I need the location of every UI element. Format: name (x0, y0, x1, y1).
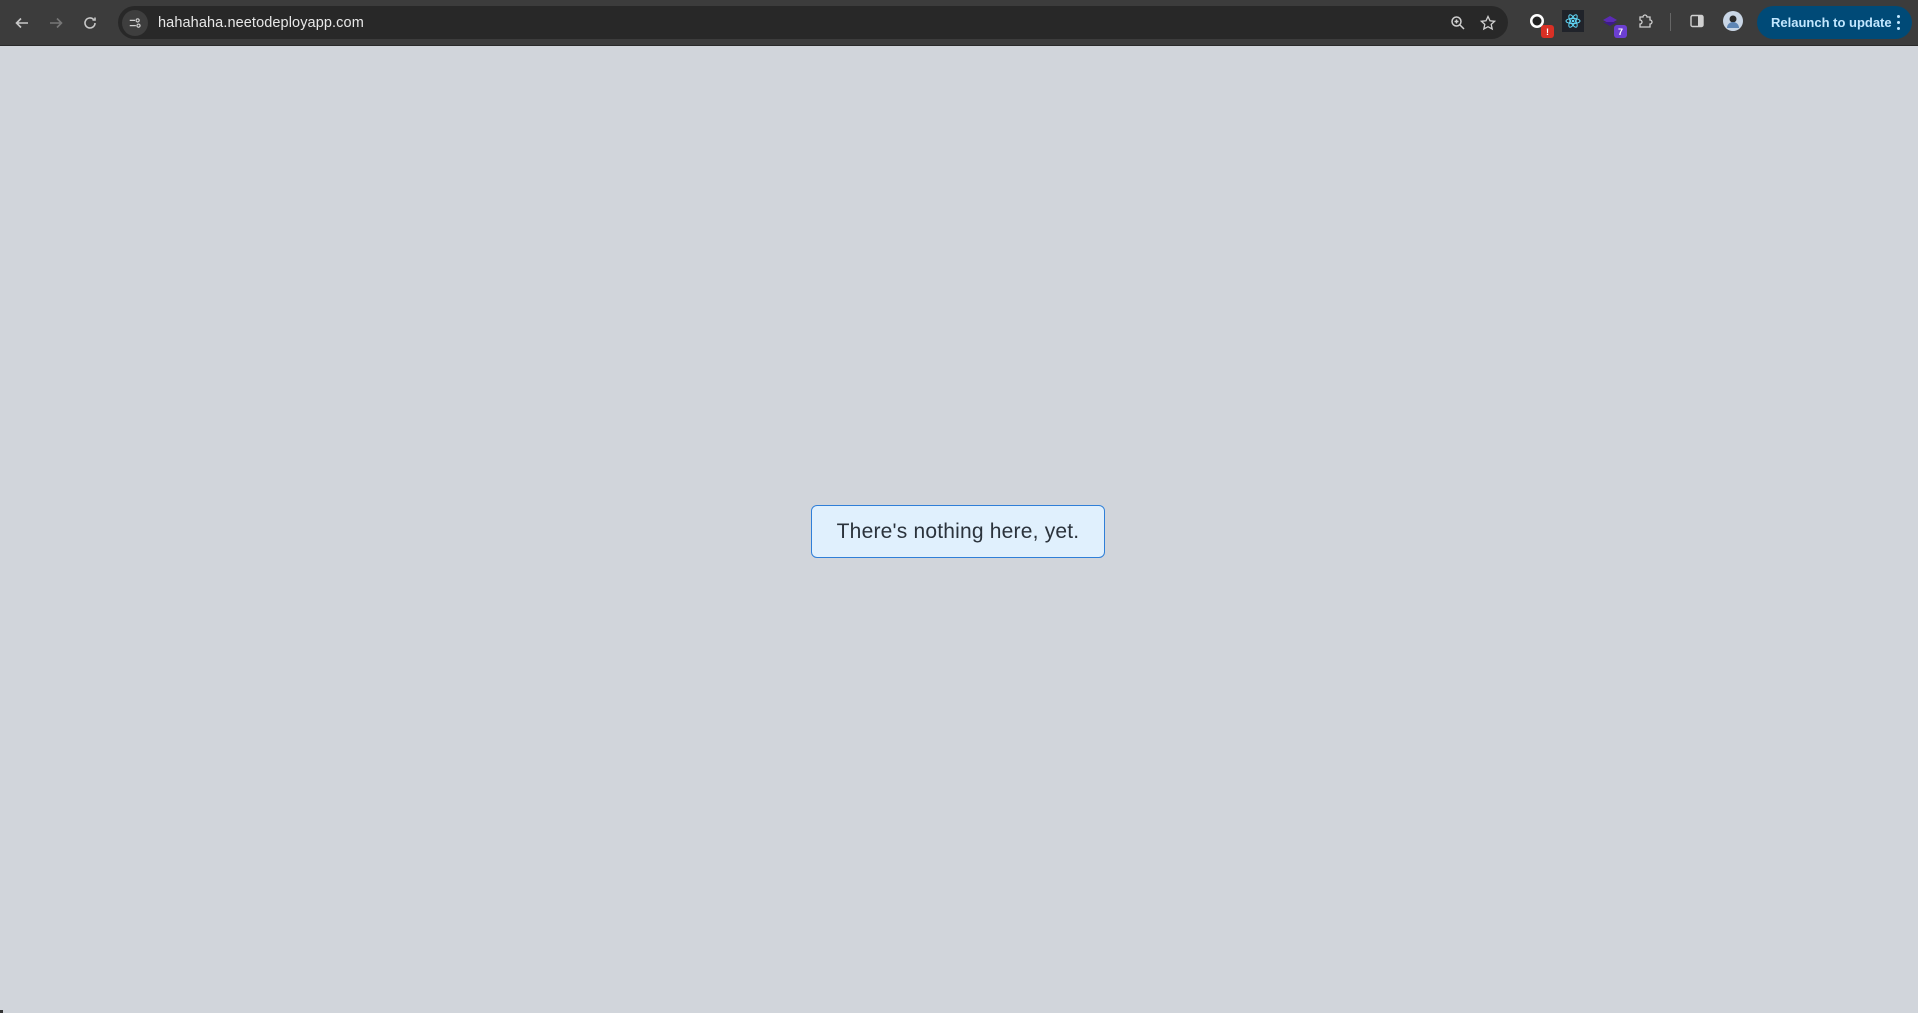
reload-icon (84, 16, 96, 29)
relaunch-label: Relaunch to update (1771, 15, 1892, 30)
extensions-menu-button[interactable] (1634, 10, 1656, 32)
tune-icon (129, 17, 141, 28)
empty-state-message: There's nothing here, yet. (811, 505, 1105, 558)
arrow-right-icon (50, 17, 63, 28)
react-devtools-button[interactable] (1562, 10, 1584, 32)
back-button[interactable] (8, 9, 36, 37)
bookmark-star-icon[interactable] (1480, 14, 1496, 31)
reload-button[interactable] (76, 9, 104, 37)
more-menu-icon[interactable] (1897, 15, 1900, 30)
github-extension-button[interactable]: ! (1526, 10, 1554, 38)
side-panel-icon (1690, 14, 1704, 28)
relaunch-to-update-button[interactable]: Relaunch to update (1757, 6, 1912, 39)
avatar-icon (1723, 11, 1743, 31)
site-info-button[interactable] (122, 9, 148, 36)
stack-extension-button[interactable]: 7 (1599, 10, 1627, 38)
forward-button[interactable] (42, 9, 70, 37)
empty-state-text: There's nothing here, yet. (836, 519, 1080, 543)
address-bar[interactable]: hahahaha.neetodeployapp.com (118, 6, 1508, 39)
side-panel-button[interactable] (1686, 10, 1708, 32)
arrow-left-icon (15, 17, 28, 28)
browser-toolbar: hahahaha.neetodeployapp.com ! 7 Relaunch… (0, 0, 1918, 46)
extension-badge: 7 (1614, 25, 1627, 38)
react-icon (1565, 14, 1581, 28)
puzzle-icon (1639, 14, 1653, 28)
profile-avatar[interactable] (1722, 10, 1744, 32)
extension-badge: ! (1541, 25, 1554, 38)
zoom-icon[interactable] (1450, 15, 1466, 31)
toolbar-divider (1670, 13, 1671, 31)
url-text[interactable]: hahahaha.neetodeployapp.com (158, 15, 364, 31)
